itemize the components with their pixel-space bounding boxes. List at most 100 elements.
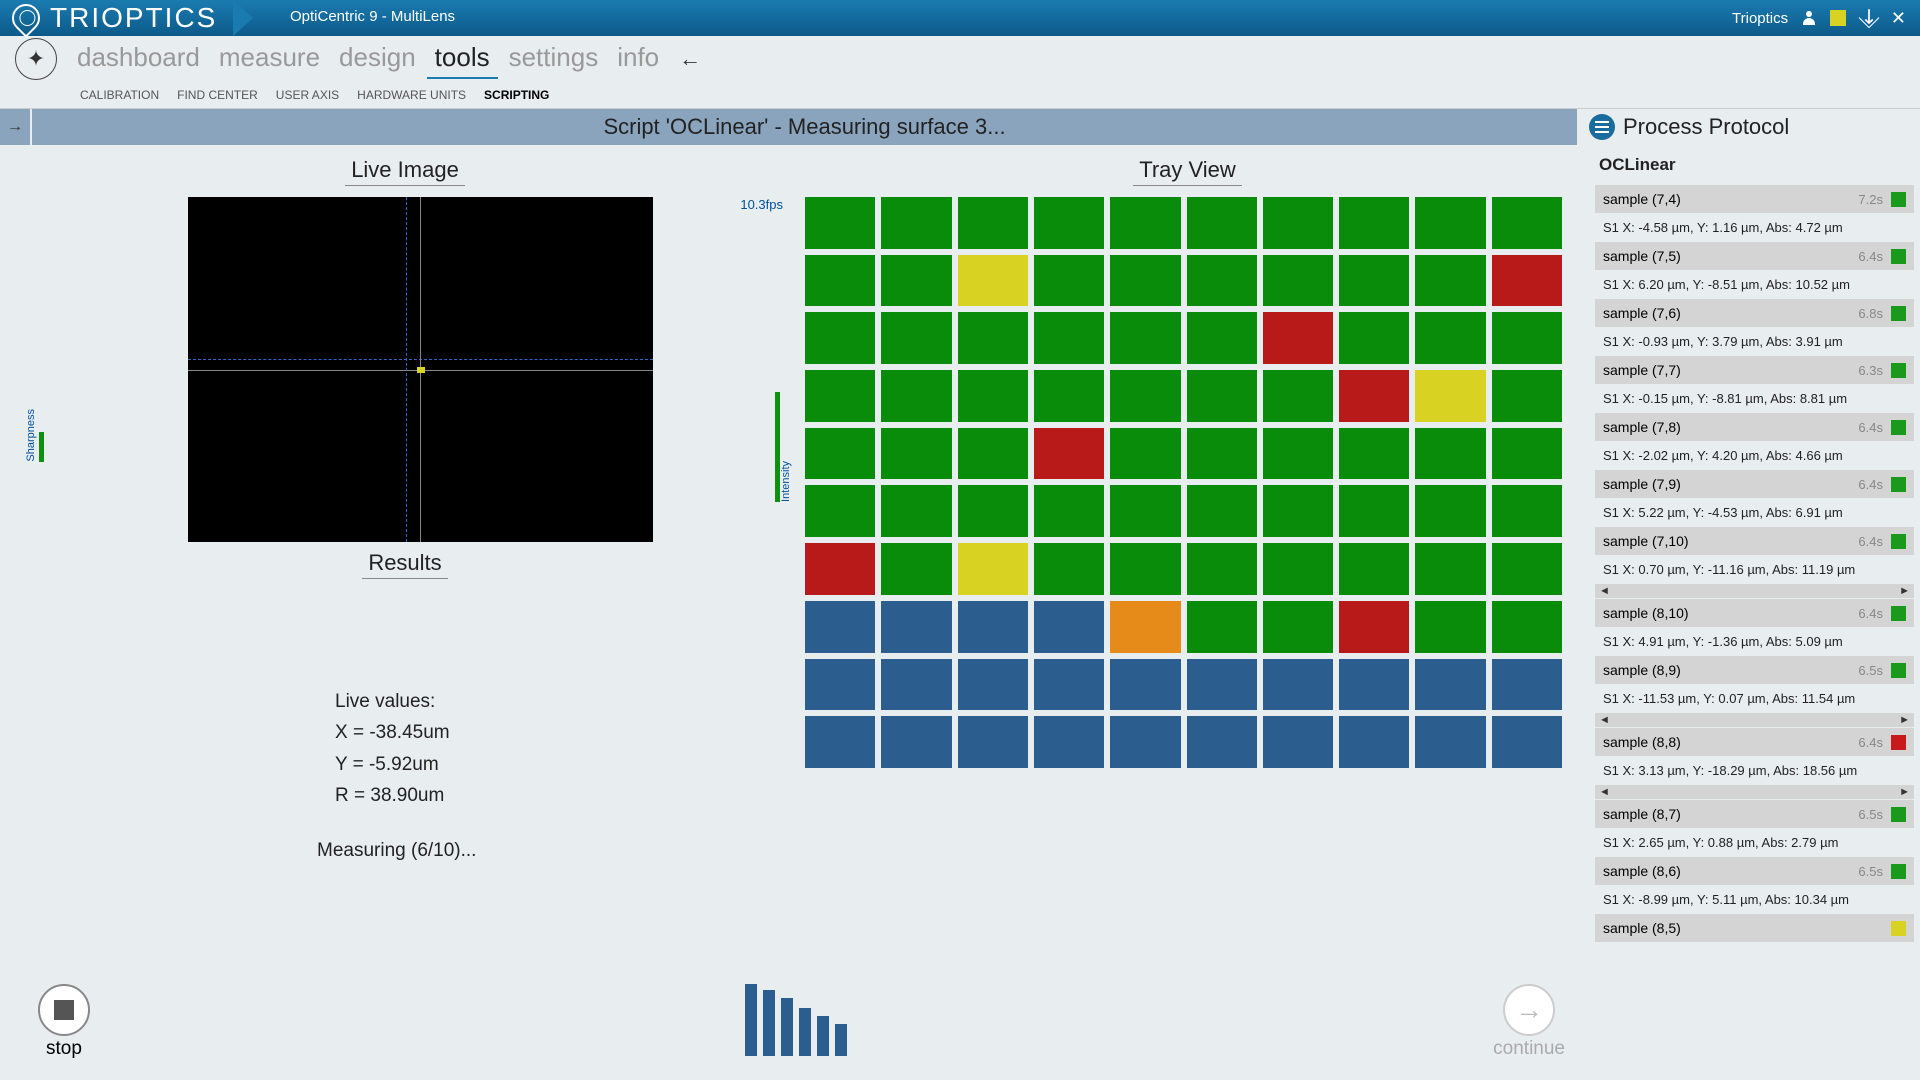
- tray-cell[interactable]: [1415, 485, 1485, 537]
- tray-cell[interactable]: [1187, 370, 1257, 422]
- protocol-sample-row[interactable]: sample (8,9)6.5s: [1595, 656, 1914, 684]
- tray-cell[interactable]: [1187, 197, 1257, 249]
- tab-info[interactable]: info: [609, 38, 667, 79]
- protocol-sample-row[interactable]: sample (7,7)6.3s: [1595, 356, 1914, 384]
- tray-cell[interactable]: [1339, 197, 1409, 249]
- tray-cell[interactable]: [1187, 485, 1257, 537]
- tray-cell[interactable]: [1263, 370, 1333, 422]
- tray-cell[interactable]: [1110, 370, 1180, 422]
- subtab-hardware-units[interactable]: HARDWARE UNITS: [357, 88, 466, 102]
- tray-cell[interactable]: [1187, 255, 1257, 307]
- tray-cell[interactable]: [881, 312, 951, 364]
- settings-gear-icon[interactable]: ✦: [15, 38, 57, 80]
- protocol-sample-row[interactable]: sample (7,4)7.2s: [1595, 185, 1914, 213]
- tray-cell[interactable]: [1187, 716, 1257, 768]
- tray-cell[interactable]: [805, 485, 875, 537]
- tray-cell[interactable]: [1415, 370, 1485, 422]
- tray-cell[interactable]: [1492, 370, 1562, 422]
- tray-cell[interactable]: [1110, 716, 1180, 768]
- tray-cell[interactable]: [1187, 428, 1257, 480]
- tray-cell[interactable]: [1492, 716, 1562, 768]
- tray-cell[interactable]: [1263, 428, 1333, 480]
- tray-cell[interactable]: [1415, 659, 1485, 711]
- tray-cell[interactable]: [958, 428, 1028, 480]
- tray-cell[interactable]: [1034, 197, 1104, 249]
- tab-measure[interactable]: measure: [211, 38, 328, 79]
- tray-cell[interactable]: [1034, 601, 1104, 653]
- tray-cell[interactable]: [881, 716, 951, 768]
- tray-cell[interactable]: [881, 255, 951, 307]
- tray-cell[interactable]: [1187, 543, 1257, 595]
- tab-design[interactable]: design: [331, 38, 424, 79]
- tray-cell[interactable]: [958, 543, 1028, 595]
- subtab-calibration[interactable]: CALIBRATION: [80, 88, 159, 102]
- tray-cell[interactable]: [1263, 601, 1333, 653]
- tray-cell[interactable]: [1034, 255, 1104, 307]
- continue-button[interactable]: → continue: [1493, 984, 1565, 1060]
- tray-cell[interactable]: [1187, 601, 1257, 653]
- back-arrow-icon[interactable]: ←: [679, 46, 701, 72]
- tray-cell[interactable]: [881, 543, 951, 595]
- tray-cell[interactable]: [1034, 370, 1104, 422]
- tray-cell[interactable]: [1263, 312, 1333, 364]
- tray-cell[interactable]: [958, 716, 1028, 768]
- tray-cell[interactable]: [1339, 312, 1409, 364]
- tray-cell[interactable]: [805, 255, 875, 307]
- tray-cell[interactable]: [881, 197, 951, 249]
- protocol-sample-row[interactable]: sample (7,9)6.4s: [1595, 470, 1914, 498]
- tray-cell[interactable]: [881, 485, 951, 537]
- tray-cell[interactable]: [1110, 543, 1180, 595]
- protocol-sample-row[interactable]: sample (8,10)6.4s: [1595, 599, 1914, 627]
- tray-cell[interactable]: [1110, 312, 1180, 364]
- tray-cell[interactable]: [1034, 428, 1104, 480]
- tray-cell[interactable]: [1263, 659, 1333, 711]
- panel-expand-icon[interactable]: →: [0, 109, 30, 145]
- close-icon[interactable]: ✕: [1891, 8, 1906, 29]
- tray-cell[interactable]: [1339, 716, 1409, 768]
- tray-cell[interactable]: [1034, 312, 1104, 364]
- tab-settings[interactable]: settings: [501, 38, 607, 79]
- tray-cell[interactable]: [881, 370, 951, 422]
- tray-cell[interactable]: [1415, 543, 1485, 595]
- tray-cell[interactable]: [1110, 197, 1180, 249]
- tray-cell[interactable]: [1110, 659, 1180, 711]
- tray-cell[interactable]: [1415, 601, 1485, 653]
- tray-cell[interactable]: [805, 716, 875, 768]
- tray-cell[interactable]: [805, 197, 875, 249]
- tray-cell[interactable]: [805, 601, 875, 653]
- tray-cell[interactable]: [1034, 543, 1104, 595]
- tray-cell[interactable]: [1492, 601, 1562, 653]
- protocol-sample-row[interactable]: sample (8,6)6.5s: [1595, 857, 1914, 885]
- tray-cell[interactable]: [1034, 716, 1104, 768]
- tray-cell[interactable]: [1339, 659, 1409, 711]
- tray-cell[interactable]: [958, 370, 1028, 422]
- tray-cell[interactable]: [1263, 716, 1333, 768]
- tray-cell[interactable]: [958, 255, 1028, 307]
- tray-cell[interactable]: [1339, 255, 1409, 307]
- tray-cell[interactable]: [1492, 197, 1562, 249]
- tray-cell[interactable]: [1492, 255, 1562, 307]
- horizontal-scrollbar[interactable]: ◄►: [1595, 785, 1914, 799]
- tray-cell[interactable]: [958, 659, 1028, 711]
- tray-cell[interactable]: [1415, 312, 1485, 364]
- tray-cell[interactable]: [1187, 312, 1257, 364]
- tray-cell[interactable]: [958, 485, 1028, 537]
- tray-cell[interactable]: [1339, 601, 1409, 653]
- tray-cell[interactable]: [1492, 312, 1562, 364]
- tray-cell[interactable]: [1339, 543, 1409, 595]
- tray-cell[interactable]: [1492, 659, 1562, 711]
- protocol-sample-row[interactable]: sample (7,5)6.4s: [1595, 242, 1914, 270]
- tray-cell[interactable]: [1110, 485, 1180, 537]
- tray-cell[interactable]: [1187, 659, 1257, 711]
- tray-cell[interactable]: [1415, 255, 1485, 307]
- tray-cell[interactable]: [1110, 601, 1180, 653]
- tray-cell[interactable]: [805, 428, 875, 480]
- horizontal-scrollbar[interactable]: ◄►: [1595, 713, 1914, 727]
- protocol-sample-row[interactable]: sample (8,7)6.5s: [1595, 800, 1914, 828]
- tray-cell[interactable]: [1339, 428, 1409, 480]
- tray-cell[interactable]: [1263, 255, 1333, 307]
- tray-cell[interactable]: [881, 428, 951, 480]
- tray-cell[interactable]: [1492, 485, 1562, 537]
- tray-cell[interactable]: [881, 601, 951, 653]
- protocol-sample-row[interactable]: sample (7,6)6.8s: [1595, 299, 1914, 327]
